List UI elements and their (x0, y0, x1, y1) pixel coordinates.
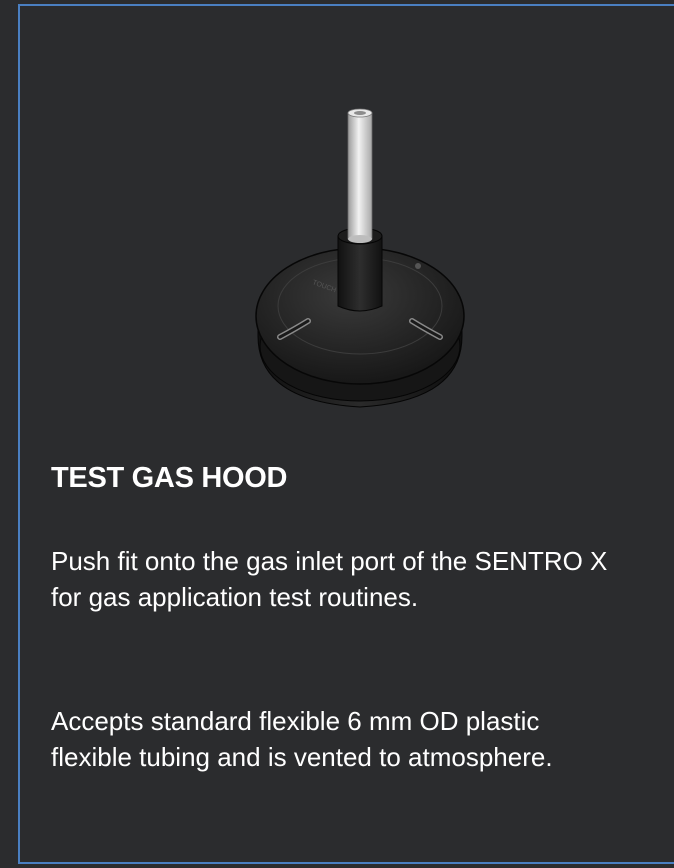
product-description-fit: Push fit onto the gas inlet port of the … (51, 546, 608, 612)
product-title: TEST GAS HOOD (51, 462, 288, 494)
test-gas-hood-image: TOUCH (255, 108, 465, 408)
product-card: TOUCH TEST GAS HOOD Push fit onto the ga… (18, 4, 674, 864)
product-description-tubing: Accepts standard flexible 6 mm OD plasti… (51, 706, 553, 772)
